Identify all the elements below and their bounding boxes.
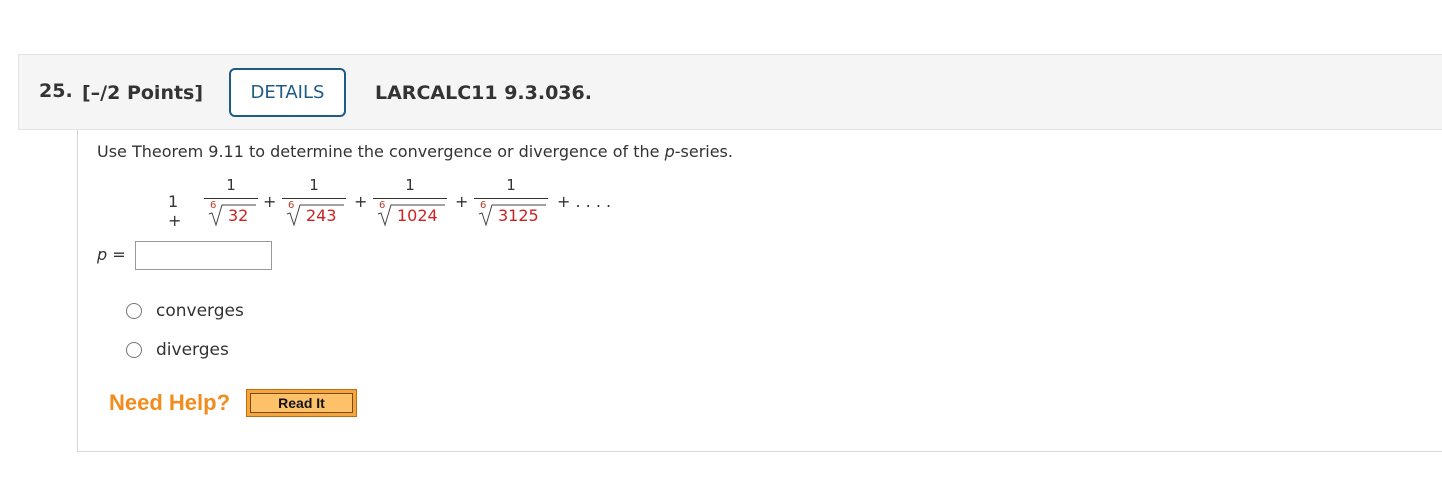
root-index: 6	[480, 200, 487, 211]
term-numerator: 1	[226, 176, 236, 194]
series-ellipsis: + . . . .	[557, 192, 612, 211]
prompt-variable: p	[664, 142, 675, 161]
term-numerator: 1	[405, 176, 415, 194]
radicand: 3125	[498, 206, 539, 225]
question-points: [–/2 Points]	[82, 82, 204, 104]
radio-button[interactable]	[126, 342, 142, 358]
p-label: p =	[97, 245, 126, 264]
radical-icon: 6 32	[204, 199, 258, 229]
option-label: diverges	[156, 340, 229, 360]
radio-button[interactable]	[126, 303, 142, 319]
prompt-text-before: Use Theorem 9.11 to determine the conver…	[97, 142, 665, 161]
term-numerator: 1	[309, 176, 319, 194]
series-term-1: 1 6 32	[204, 175, 258, 231]
root-index: 6	[379, 200, 386, 211]
question-header: 25. [–/2 Points] DETAILS LARCALC11 9.3.0…	[18, 54, 1442, 130]
question-reference: LARCALC11 9.3.036.	[375, 82, 592, 104]
read-it-button[interactable]: Read It	[246, 389, 357, 417]
details-button[interactable]: DETAILS	[229, 68, 346, 117]
series-term-3: 1 6 1024	[373, 175, 447, 231]
term-numerator: 1	[506, 176, 516, 194]
radicand: 32	[228, 206, 249, 225]
radicand: 243	[306, 206, 337, 225]
root-index: 6	[210, 200, 217, 211]
series-term-4: 1 6 3125	[474, 175, 548, 231]
plus-sign: +	[354, 192, 368, 211]
radical-icon: 6 243	[282, 199, 346, 229]
prompt-text-after: -series.	[674, 142, 733, 161]
series-term-2: 1 6 243	[282, 175, 346, 231]
series-leading-term: 1 +	[168, 192, 182, 230]
option-label: converges	[156, 301, 244, 321]
root-index: 6	[288, 200, 295, 211]
need-help-label: Need Help?	[109, 390, 231, 415]
question-number: 25.	[39, 80, 73, 102]
plus-sign: +	[263, 192, 277, 211]
question-prompt: Use Theorem 9.11 to determine the conver…	[97, 142, 733, 161]
radical-icon: 6 3125	[474, 199, 548, 229]
radicand: 1024	[397, 206, 438, 225]
radical-icon: 6 1024	[373, 199, 447, 229]
read-it-label: Read It	[250, 393, 353, 413]
plus-sign: +	[455, 192, 469, 211]
p-answer-input[interactable]	[135, 241, 272, 270]
